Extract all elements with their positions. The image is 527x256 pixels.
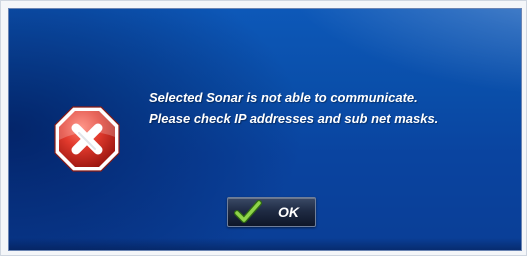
message-line-1: Selected Sonar is not able to communicat… — [149, 90, 418, 105]
ok-button-label: OK — [278, 204, 299, 220]
ok-button[interactable]: OK — [227, 197, 316, 227]
stop-error-icon — [54, 106, 120, 172]
error-dialog: Selected Sonar is not able to communicat… — [8, 8, 522, 251]
message-line-2: Please check IP addresses and sub net ma… — [149, 111, 439, 126]
checkmark-icon — [234, 200, 262, 223]
screen-frame: Selected Sonar is not able to communicat… — [0, 0, 527, 256]
error-message: Selected Sonar is not able to communicat… — [149, 87, 509, 129]
